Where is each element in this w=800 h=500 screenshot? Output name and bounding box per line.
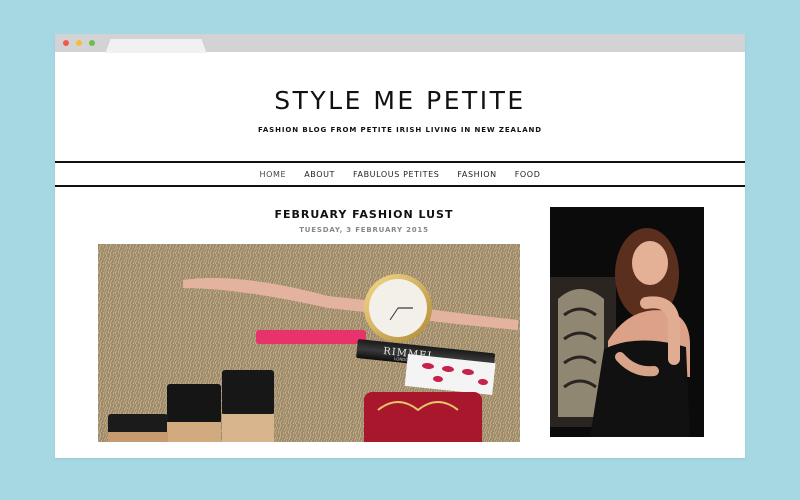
nav-item-home[interactable]: HOME <box>251 170 296 179</box>
sidebar-profile-photo[interactable] <box>550 207 704 437</box>
main-nav: HOME ABOUT FABULOUS PETITES FASHION FOOD <box>55 161 745 187</box>
close-icon[interactable] <box>63 40 69 46</box>
nav-item-fashion[interactable]: FASHION <box>448 170 505 179</box>
blog-tagline: FASHION BLOG FROM PETITE IRISH LIVING IN… <box>257 126 543 134</box>
post-title[interactable]: FEBRUARY FASHION LUST <box>153 208 575 221</box>
minimize-icon[interactable] <box>76 40 82 46</box>
browser-window: STYLE ME PETITE FASHION BLOG FROM PETITE… <box>55 34 745 458</box>
post-image[interactable]: RIMMEL LONDON <box>98 244 520 442</box>
nav-item-about[interactable]: ABOUT <box>295 170 344 179</box>
browser-tab[interactable] <box>112 39 200 53</box>
nav-item-fabulous-petites[interactable]: FABULOUS PETITES <box>344 170 448 179</box>
maximize-icon[interactable] <box>89 40 95 46</box>
nav-item-food[interactable]: FOOD <box>506 170 550 179</box>
post-date: TUESDAY, 3 FEBRUARY 2015 <box>299 226 429 234</box>
browser-chrome <box>55 34 745 53</box>
blog-title[interactable]: STYLE ME PETITE <box>55 86 745 115</box>
